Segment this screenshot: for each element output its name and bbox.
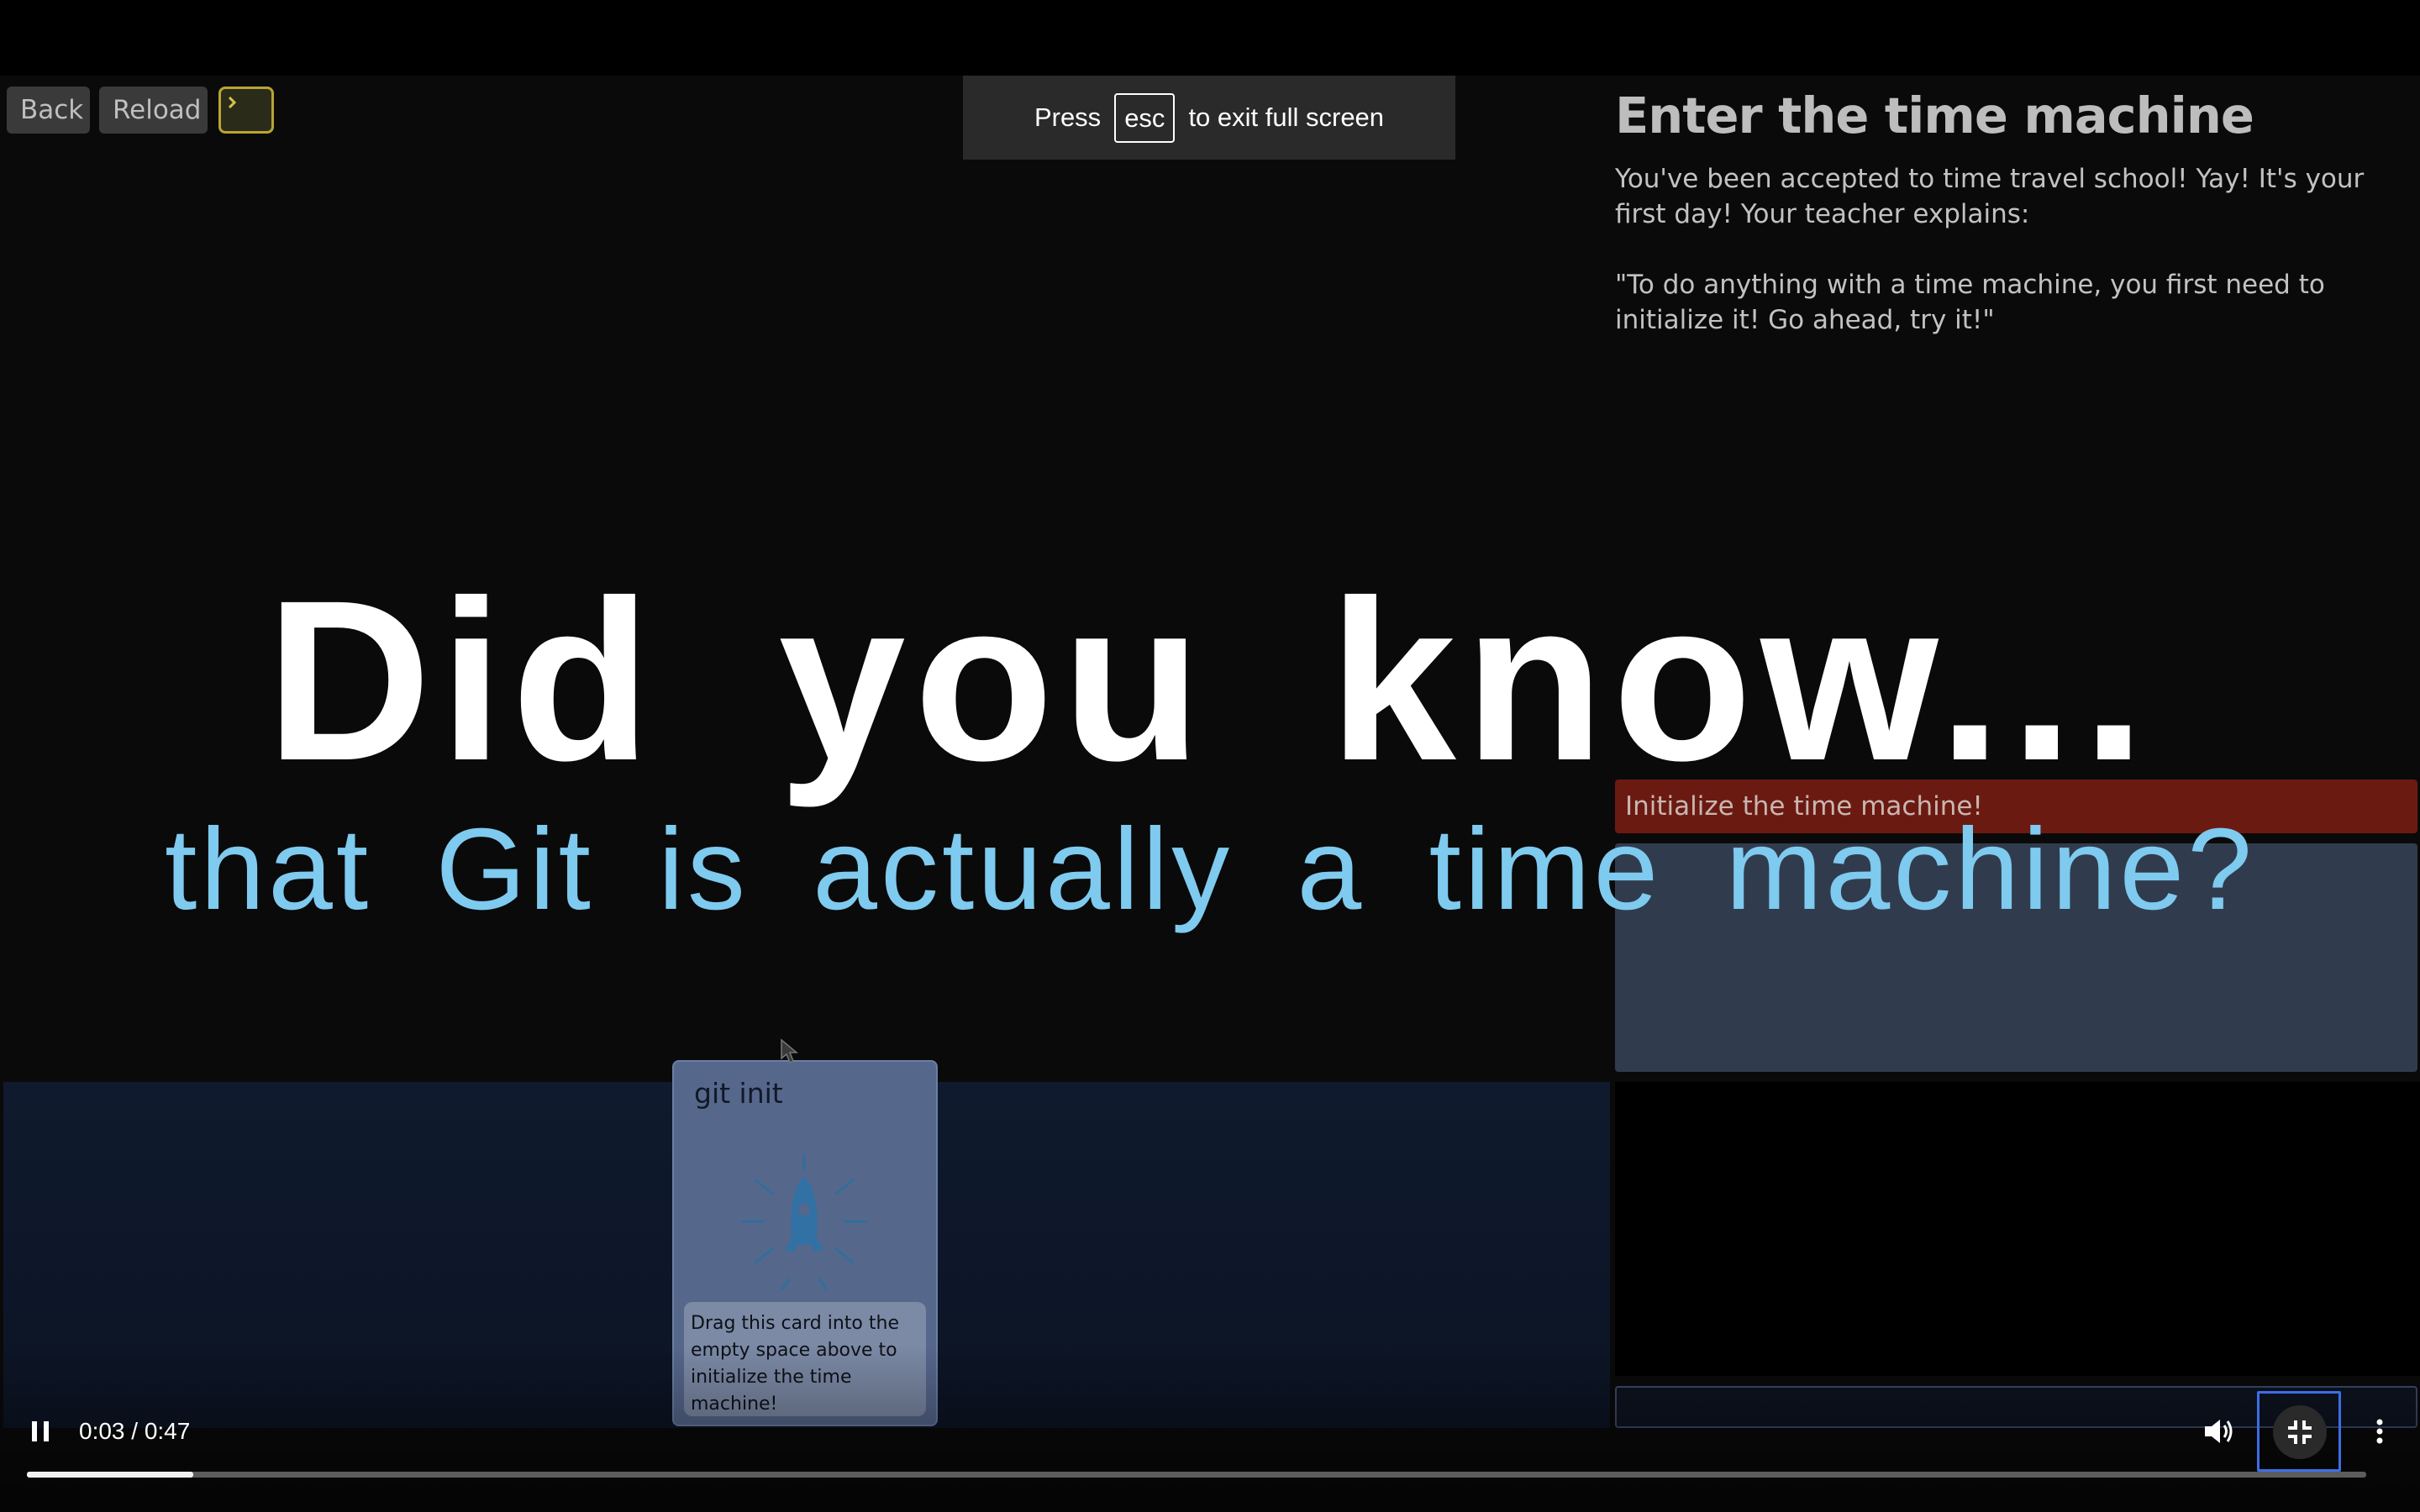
rocket-icon <box>741 1154 867 1291</box>
video-headline: Did you know... <box>266 553 2154 808</box>
terminal-output <box>1615 1082 2420 1376</box>
back-button[interactable]: Back <box>7 87 90 134</box>
esc-key: esc <box>1114 92 1176 143</box>
fullscreen-notice: Press esc to exit full screen <box>963 76 1455 160</box>
terminal-button[interactable] <box>218 87 274 134</box>
exit-fullscreen-button[interactable] <box>2257 1391 2341 1472</box>
volume-icon[interactable] <box>2202 1416 2235 1446</box>
video-progress-bar[interactable] <box>27 1472 2366 1478</box>
time-display: 0:03 / 0:47 <box>79 1418 191 1444</box>
video-progress-fill <box>27 1472 193 1478</box>
video-subtitle: that Git is actually a time machine? <box>165 805 2255 934</box>
description-paragraph: You've been accepted to time travel scho… <box>1615 164 2365 229</box>
level-description: You've been accepted to time travel scho… <box>1615 161 2405 373</box>
card-title: git init <box>694 1077 783 1110</box>
exit-fullscreen-icon <box>2288 1420 2312 1444</box>
reload-button[interactable]: Reload <box>99 87 208 134</box>
level-title: Enter the time machine <box>1615 87 2254 144</box>
notice-text-before: Press <box>1034 102 1102 132</box>
pause-icon[interactable] <box>25 1416 55 1446</box>
mouse-cursor-icon <box>781 1038 798 1064</box>
terminal-icon <box>228 96 237 109</box>
more-options-icon[interactable] <box>2371 1416 2388 1446</box>
controls-gradient <box>0 1344 2420 1512</box>
description-paragraph: "To do anything with a time machine, you… <box>1615 270 2325 335</box>
notice-text-after: to exit full screen <box>1188 102 1385 132</box>
